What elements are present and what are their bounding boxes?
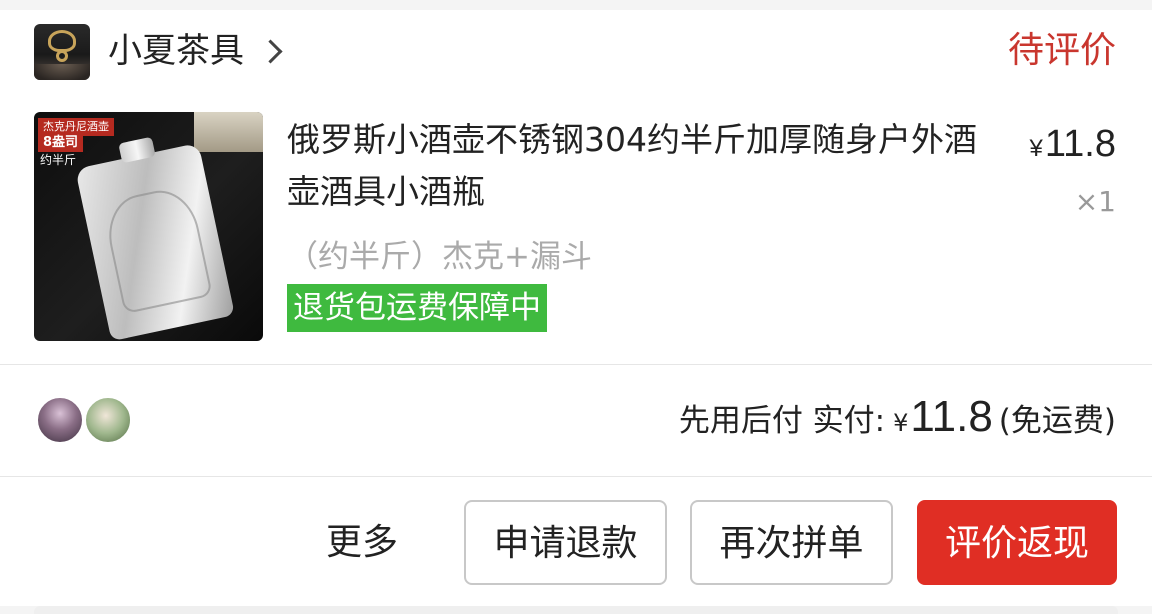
thumb-tag-volume: 约半斤 (40, 153, 77, 167)
return-shipping-badge: 退货包运费保障中 (287, 284, 547, 332)
product-quantity: ×1 (1074, 185, 1116, 218)
buyer-avatar (36, 396, 84, 444)
price-value: 11.8 (1044, 123, 1116, 165)
reorder-button[interactable]: 再次拼单 (690, 500, 893, 585)
product-price: ¥11.8 (1030, 120, 1117, 173)
shop-logo-rim (34, 64, 90, 80)
review-cashback-button[interactable]: 评价返现 (917, 500, 1117, 585)
product-spec: （约半斤）杰克+漏斗 (287, 239, 592, 275)
shop-logo-knot-lower (56, 50, 68, 62)
product-thumbnail[interactable]: 杰克丹尼酒壶 8盎司 约半斤 (34, 112, 263, 341)
payment-label: 先用后付 实付: (678, 403, 886, 439)
shop-name: 小夏茶具 (108, 31, 244, 71)
order-status: 待评价 (1007, 30, 1116, 71)
chevron-right-icon (258, 38, 283, 64)
next-card-edge (34, 606, 1118, 614)
bottle-graphic (194, 112, 263, 152)
shipping-note: (免运费) (998, 403, 1116, 439)
thumb-tag-size: 8盎司 (38, 134, 84, 152)
request-refund-button[interactable]: 申请退款 (464, 500, 667, 585)
payment-currency: ¥ (893, 409, 909, 437)
divider (0, 476, 1152, 477)
payment-amount: 11.8 (910, 392, 993, 441)
divider (0, 364, 1152, 365)
buyer-avatar (84, 396, 132, 444)
shop-avatar[interactable] (34, 24, 90, 80)
more-button[interactable]: 更多 (326, 516, 398, 570)
price-currency: ¥ (1029, 135, 1043, 162)
product-title[interactable]: 俄罗斯小酒壶不锈钢304约半斤加厚随身户外酒壶酒具小酒瓶 (287, 114, 1007, 218)
payment-summary: 先用后付 实付: ¥ 11.8 (免运费) (679, 392, 1116, 448)
shop-name-link[interactable]: 小夏茶具 (108, 24, 283, 78)
shop-logo-knot (48, 30, 76, 52)
